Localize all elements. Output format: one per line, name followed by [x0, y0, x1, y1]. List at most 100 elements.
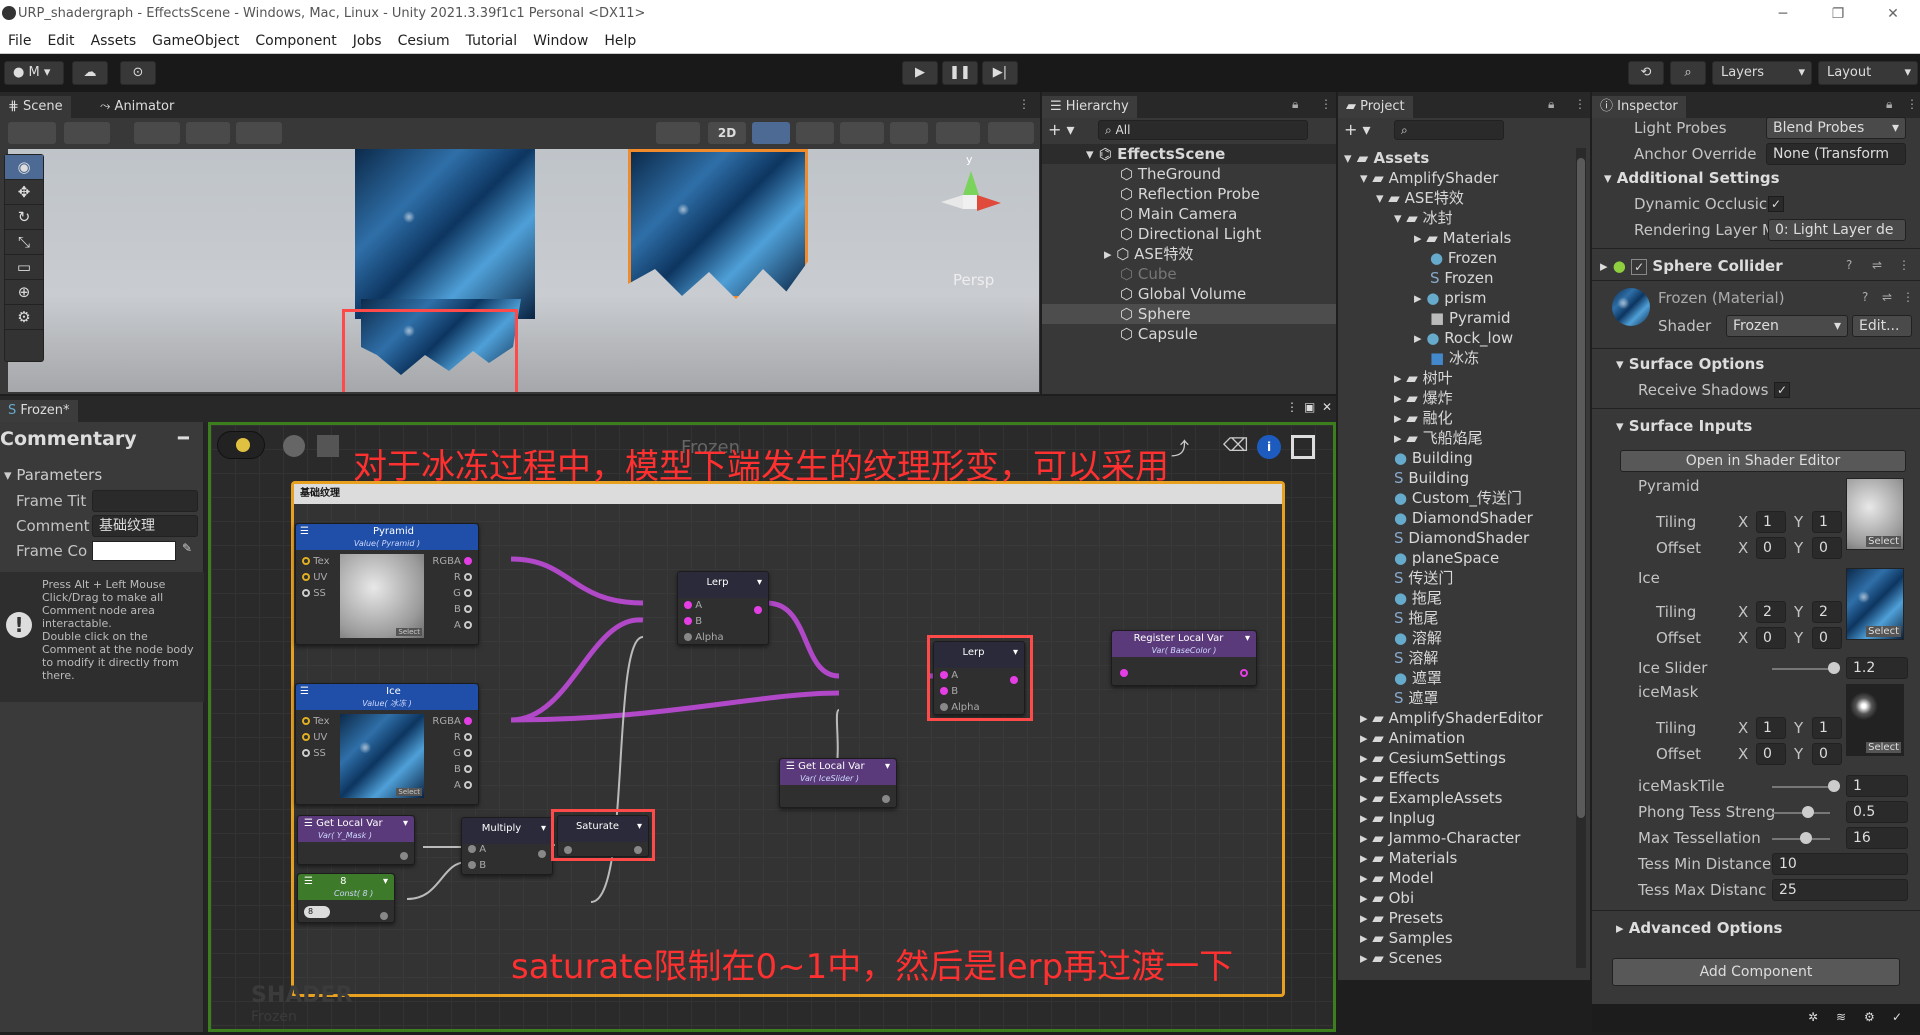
const-node[interactable]: ☰ 8 ▾ Const( 8 ) 8 — [297, 873, 395, 923]
pyramid-texture-node[interactable]: ☰ Pyramid Value( Pyramid ) Tex UV SS Selec… — [295, 523, 479, 645]
project-item[interactable]: ▸ ▰ Presets — [1338, 908, 1543, 928]
multiply-output-port[interactable] — [538, 849, 546, 858]
icemask-texture-slot[interactable]: Select — [1846, 684, 1904, 756]
project-item[interactable]: S Frozen — [1338, 268, 1543, 288]
ice-texture-node[interactable]: ☰ Ice Value( 冰冻 ) Tex UV SS Select RGBA R … — [295, 683, 479, 805]
project-item[interactable]: ▸ ▰ 融化 — [1338, 408, 1543, 428]
const-value-field[interactable]: 8 — [304, 906, 330, 918]
snap-icon[interactable] — [186, 122, 230, 144]
globe-icon[interactable] — [64, 122, 110, 144]
const-output-port[interactable] — [380, 911, 388, 920]
project-item[interactable]: ● 遮罩 — [1338, 668, 1543, 688]
menu-icon[interactable]: ☰ — [786, 761, 795, 772]
search-icon[interactable]: ⌕ — [1670, 61, 1706, 85]
draw-mode-icon[interactable] — [8, 122, 56, 144]
hierarchy-item-main-camera[interactable]: ⬡ Main Camera — [1042, 204, 1336, 224]
anchor-field[interactable]: None (Transform — [1766, 143, 1906, 165]
scene-viewport[interactable]: y Persp — [8, 149, 1039, 392]
project-item[interactable]: ▾ ▰ ASE特效 — [1338, 188, 1543, 208]
project-item[interactable]: ▸ ▰ Animation — [1338, 728, 1543, 748]
ice-slider-value[interactable]: 1.2 — [1846, 657, 1908, 679]
settings-icon[interactable]: ⇌ — [1882, 290, 1892, 304]
hierarchy-search-input[interactable]: ⌕ All — [1098, 120, 1308, 140]
settings-icon[interactable]: ⚙ — [1864, 1010, 1875, 1024]
chevron-down-icon[interactable]: ▾ — [541, 818, 546, 840]
custom-tool-icon[interactable]: ⚙ — [5, 305, 43, 330]
sphere-collider-checkbox[interactable]: ✓ — [1631, 259, 1648, 275]
project-item[interactable]: ▸ ▰ Samples — [1338, 928, 1543, 948]
gizmos-icon[interactable] — [988, 122, 1034, 144]
parameters-header[interactable]: ▾ Parameters — [4, 466, 102, 484]
register-output-port[interactable] — [1240, 668, 1248, 677]
menu-icon[interactable]: ☰ — [300, 526, 309, 538]
toggle-2d-button[interactable]: 2D — [708, 122, 746, 144]
menu-help[interactable]: Help — [596, 28, 644, 54]
hierarchy-item-directional-light[interactable]: ⬡ Directional Light — [1042, 224, 1336, 244]
multiply-header[interactable]: Multiply ▾ — [462, 818, 552, 844]
project-item[interactable]: ▾ ▰ 冰封 — [1338, 208, 1543, 228]
icemask-tile-handle[interactable] — [1828, 780, 1840, 792]
hierarchy-item-global-volume[interactable]: ⬡ Global Volume — [1042, 284, 1336, 304]
surface-inputs-header[interactable]: ▾ Surface Inputs — [1616, 416, 1752, 436]
getlocal2-output-port[interactable] — [400, 851, 408, 860]
icemask-offset-x[interactable]: 0 — [1756, 743, 1786, 765]
cloud-icon[interactable]: ☁ — [72, 61, 108, 85]
play-button[interactable]: ▶ — [902, 61, 938, 85]
project-item[interactable]: ▸ ▰ Obi — [1338, 888, 1543, 908]
project-item[interactable]: ■ 冰冻 — [1338, 348, 1543, 368]
hierarchy-item-theground[interactable]: ⬡ TheGround — [1042, 164, 1336, 184]
transform-tool-icon[interactable]: ⊕ — [5, 280, 43, 305]
project-item[interactable]: ▸ ▰ 爆炸 — [1338, 388, 1543, 408]
hierarchy-item-reflection-probe[interactable]: ⬡ Reflection Probe — [1042, 184, 1336, 204]
more-icon[interactable]: ⋮ — [1018, 97, 1030, 111]
maximize-icon[interactable]: ▣ — [1304, 400, 1315, 414]
register-input-port[interactable] — [1120, 668, 1128, 677]
chevron-down-icon[interactable]: ▾ — [757, 572, 762, 594]
tess-min-value[interactable]: 10 — [1772, 853, 1908, 875]
lock-icon[interactable]: 🔒︎ — [1292, 97, 1298, 112]
add-icon[interactable]: + ▾ — [1344, 120, 1371, 139]
pyramid-offset-y[interactable]: 0 — [1812, 537, 1842, 559]
project-item[interactable]: ▸ ▰ Model — [1338, 868, 1543, 888]
project-item[interactable]: S 遮罩 — [1338, 688, 1543, 708]
receive-shadows-checkbox[interactable]: ✓ — [1774, 382, 1790, 398]
project-item[interactable]: S 溶解 — [1338, 648, 1543, 668]
multiply-node[interactable]: Multiply ▾ A B — [461, 817, 553, 875]
add-component-button[interactable]: Add Component — [1612, 958, 1900, 986]
getlocal1-output-port[interactable] — [882, 794, 890, 803]
gizmo-center[interactable] — [963, 195, 977, 209]
const-header[interactable]: ☰ 8 ▾ Const( 8 ) — [298, 874, 394, 900]
advanced-options-header[interactable]: ▸ Advanced Options — [1616, 918, 1782, 938]
project-item[interactable]: ■ Pyramid — [1338, 308, 1543, 328]
get-local-var-iceslider-node[interactable]: ☰ Get Local Var ▾ Var( IceSlider ) — [779, 758, 897, 808]
hierarchy-item-sphere[interactable]: ⬡ Sphere — [1042, 304, 1336, 324]
project-item[interactable]: ● 拖尾 — [1338, 588, 1543, 608]
chevron-down-icon[interactable]: ▾ — [1245, 633, 1250, 645]
menu-edit[interactable]: Edit — [39, 28, 82, 54]
getlocal2-header[interactable]: ☰ Get Local Var ▾ Var( Y_Mask ) — [298, 816, 414, 842]
rect-tool-icon[interactable]: ▭ — [5, 255, 43, 280]
light-probes-dropdown[interactable]: Blend Probes ▾ — [1766, 117, 1906, 139]
project-item[interactable]: ▸ ▰ Scenes — [1338, 948, 1543, 968]
menu-assets[interactable]: Assets — [83, 28, 145, 54]
ice-offset-x[interactable]: 0 — [1756, 627, 1786, 649]
tab-project[interactable]: ▰ Project — [1338, 96, 1413, 118]
ice-tiling-y[interactable]: 2 — [1812, 601, 1842, 623]
max-tess-handle[interactable] — [1800, 832, 1812, 844]
history-icon[interactable]: ⟲ — [1628, 61, 1664, 85]
chevron-down-icon[interactable]: ▾ — [403, 818, 408, 830]
shader-dropdown[interactable]: Frozen ▾ — [1726, 315, 1848, 337]
pyramid-tiling-y[interactable]: 1 — [1812, 511, 1842, 533]
minimize-button[interactable]: ─ — [1760, 0, 1806, 28]
project-item[interactable]: ▸ ▰ Effects — [1338, 768, 1543, 788]
pyramid-texture-slot[interactable]: Select — [1846, 478, 1904, 550]
lerp1-output-port[interactable] — [754, 605, 762, 614]
add-icon[interactable]: + ▾ — [1048, 120, 1075, 139]
pause-button[interactable]: ❚❚ — [942, 61, 978, 85]
project-item[interactable]: ● planeSpace — [1338, 548, 1543, 568]
tab-scene[interactable]: ⋕ Scene — [0, 96, 71, 118]
project-item[interactable]: ▸ ▰ CesiumSettings — [1338, 748, 1543, 768]
gizmo-x-arrow[interactable] — [977, 195, 1001, 211]
project-item[interactable]: ● Frozen — [1338, 248, 1543, 268]
layers-dropdown[interactable]: Layers ▾ — [1712, 61, 1812, 85]
